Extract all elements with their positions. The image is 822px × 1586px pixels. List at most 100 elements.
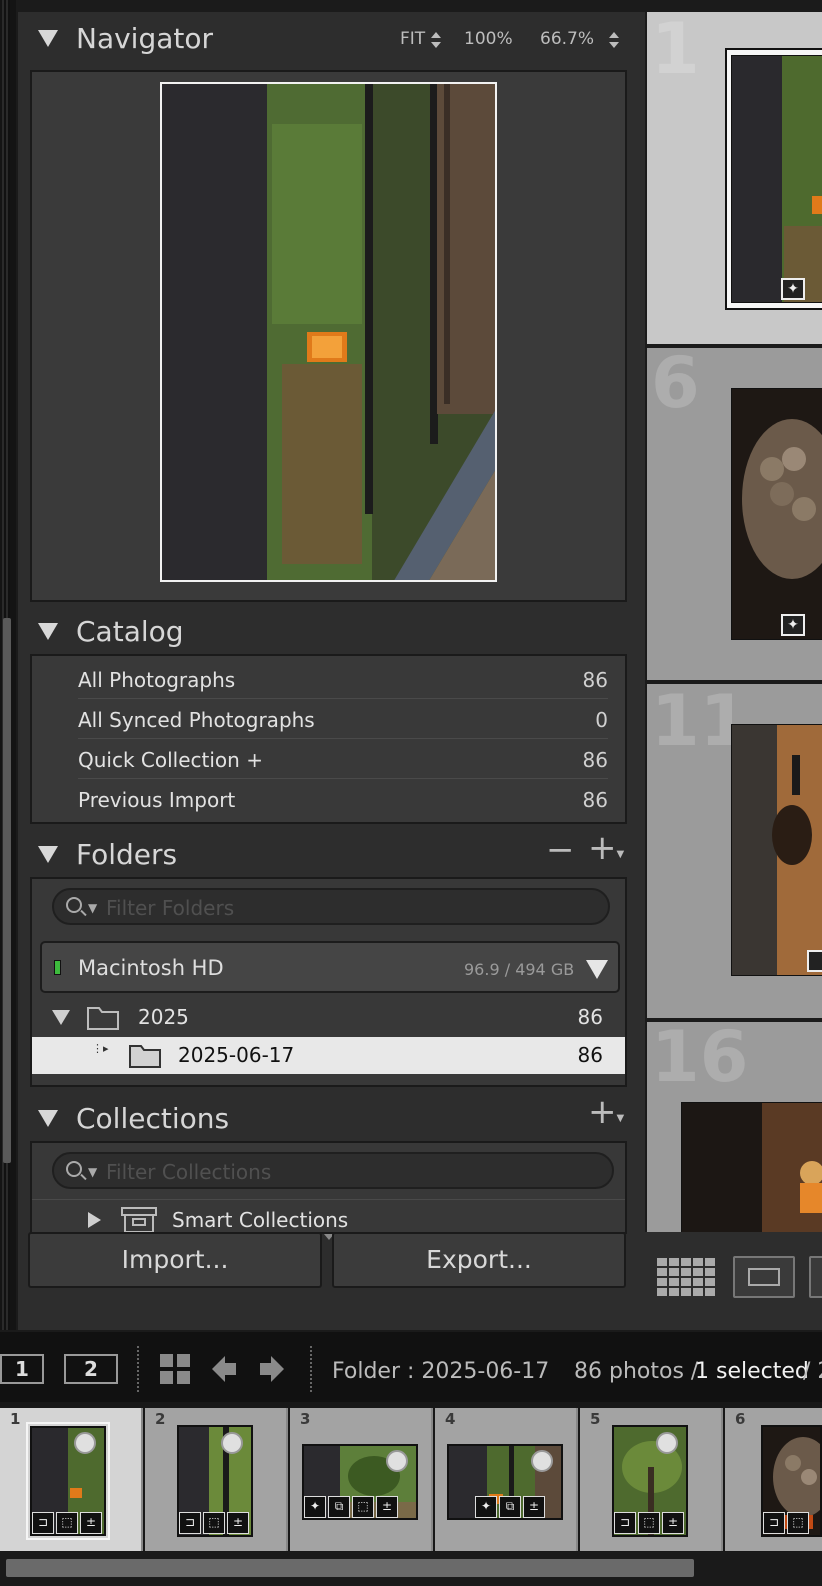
grid-toolbar (645, 1232, 822, 1330)
left-panel-scrollbar[interactable] (3, 618, 11, 1163)
filmstrip-badges: ✦ ⧉ ± (475, 1496, 545, 1518)
grid-cell[interactable]: 16 (647, 1016, 822, 1242)
chevron-down-icon: ▼ (88, 1165, 98, 1179)
navigator-preview-area (30, 70, 627, 602)
photo-count-tail: / 2 (803, 1359, 822, 1384)
develop-adjusted-icon: ✦ (781, 278, 805, 300)
subfolder-dots-icon: ⋮▸ (92, 1042, 109, 1055)
grid-thumbnail[interactable] (731, 388, 822, 640)
add-folder-button[interactable]: +▼ (588, 828, 624, 868)
arrow-left-icon[interactable] (210, 1354, 238, 1384)
navigator-preview-image[interactable] (160, 82, 497, 582)
develop-adjusted-icon: ✦ (304, 1496, 326, 1518)
grid-cell[interactable]: 11 (647, 680, 822, 1018)
unflagged-indicator-icon[interactable] (221, 1432, 243, 1454)
unflagged-indicator-icon[interactable] (386, 1450, 408, 1472)
unflagged-indicator-icon[interactable] (74, 1432, 96, 1454)
collection-badge-icon: ⊐ (763, 1512, 785, 1534)
volume-menu-icon[interactable] (586, 960, 608, 979)
catalog-item-label: Quick Collection + (78, 748, 263, 772)
filter-collections-field[interactable]: ▼ Filter Collections (52, 1152, 614, 1189)
folder-row-2025-06-17[interactable]: ⋮▸ 2025-06-17 86 (32, 1037, 625, 1074)
collection-label: Smart Collections (172, 1208, 349, 1232)
collapse-triangle-icon[interactable] (38, 623, 58, 640)
collections-header[interactable]: Collections +▼ (18, 1092, 645, 1140)
zoom-custom-stepper-icon[interactable] (608, 32, 620, 50)
folders-header[interactable]: Folders − +▼ (18, 828, 645, 876)
filmstrip-cell-number: 5 (590, 1410, 601, 1428)
grid-cell[interactable]: 6 ✦ (647, 342, 822, 680)
grid-view-button[interactable] (655, 1256, 717, 1298)
folders-title: Folders (76, 838, 178, 871)
filmstrip-cell-number: 1 (10, 1410, 21, 1428)
filter-collections-placeholder: Filter Collections (106, 1160, 272, 1184)
filmstrip-cell[interactable]: 6 ⊐ ⬚ (725, 1408, 822, 1551)
collapse-triangle-icon[interactable] (38, 30, 58, 47)
collapse-triangle-icon[interactable] (38, 846, 58, 863)
collection-badge-icon: ⊐ (179, 1512, 201, 1534)
zoom-custom[interactable]: 66.7% (540, 29, 594, 49)
grid-thumbnail[interactable] (731, 724, 822, 976)
grid-thumbnail[interactable] (731, 55, 822, 303)
virtual-copy-icon: ⧉ (328, 1496, 350, 1518)
catalog-item-previous-import[interactable]: Previous Import 86 (78, 780, 608, 819)
filmstrip-cell[interactable]: 2 ⊐ ⬚ ± (145, 1408, 288, 1551)
volume-name: Macintosh HD (78, 956, 224, 980)
grid-thumbnail[interactable] (681, 1102, 822, 1242)
left-panel: Navigator FIT 100% 66.7% Catalog All Pho… (18, 12, 645, 1330)
catalog-item-all-photographs[interactable]: All Photographs 86 (78, 660, 608, 699)
chevron-down-icon: ▼ (616, 1113, 625, 1124)
loupe-view-button[interactable] (733, 1256, 795, 1298)
collection-item-smart-collections[interactable]: Smart Collections (32, 1199, 625, 1232)
collections-panel: ▼ Filter Collections Smart Collections (30, 1141, 627, 1234)
filmstrip-cell[interactable]: 1 ⊐ ⬚ ± (0, 1408, 143, 1551)
library-grid: 1 ✦ 6 ✦ 11 16 (645, 8, 822, 1242)
main-window-button[interactable]: 1 (0, 1354, 44, 1384)
filmstrip-scrollbar[interactable] (0, 1553, 822, 1586)
add-collection-button[interactable]: +▼ (588, 1092, 624, 1132)
catalog-item-all-synced-photographs[interactable]: All Synced Photographs 0 (78, 700, 608, 739)
navigator-header[interactable]: Navigator FIT 100% 66.7% (18, 12, 645, 60)
develop-badge-icon: ± (376, 1496, 398, 1518)
secondary-window-button[interactable]: 2 (64, 1354, 118, 1384)
folder-count: 86 (577, 1005, 603, 1029)
import-button[interactable]: Import... (28, 1232, 322, 1288)
export-button[interactable]: Export... (332, 1232, 626, 1288)
folder-row-2025[interactable]: 2025 86 (32, 997, 625, 1037)
zoom-fit[interactable]: FIT (400, 29, 425, 49)
filter-folders-field[interactable]: ▼ Filter Folders (52, 888, 610, 925)
zoom-fit-stepper-icon[interactable] (430, 32, 442, 50)
catalog-item-count: 86 (582, 788, 608, 812)
arrow-right-icon[interactable] (258, 1354, 286, 1384)
folders-panel: ▼ Filter Folders Macintosh HD 96.9 / 494… (30, 877, 627, 1087)
collapse-triangle-icon[interactable] (38, 1110, 58, 1127)
filmstrip-header: 1 2 Folder : 2025-06-17 86 photos / 1 se… (0, 1332, 822, 1402)
smart-collection-set-icon (121, 1207, 157, 1232)
filmstrip-cell[interactable]: 3 ✦ ⧉ ⬚ ± (290, 1408, 433, 1551)
source-label[interactable]: Folder : 2025-06-17 (332, 1359, 549, 1384)
selected-count: 1 selected (695, 1359, 809, 1384)
catalog-item-quick-collection[interactable]: Quick Collection + 86 (78, 740, 608, 779)
volume-macintosh-hd[interactable]: Macintosh HD 96.9 / 494 GB (40, 941, 620, 993)
filmstrip-scroll-thumb[interactable] (6, 1559, 694, 1577)
filmstrip-cell[interactable]: 5 ⊐ ⬚ ± (580, 1408, 723, 1551)
expand-triangle-icon[interactable] (88, 1212, 101, 1228)
filmstrip-badges: ⊐ ⬚ ± (614, 1512, 684, 1534)
filmstrip-badges: ⊐ ⬚ ± (179, 1512, 249, 1534)
zoom-100[interactable]: 100% (464, 29, 513, 49)
plus-icon: + (588, 1092, 617, 1132)
grid-cell-number: 1 (651, 8, 700, 90)
catalog-header[interactable]: Catalog (18, 605, 645, 653)
filter-folders-placeholder: Filter Folders (106, 896, 235, 920)
folder-icon (87, 1007, 119, 1030)
unflagged-indicator-icon[interactable] (531, 1450, 553, 1472)
filmstrip-cell[interactable]: 4 ✦ ⧉ ± (435, 1408, 578, 1551)
catalog-item-count: 0 (595, 708, 608, 732)
grid-cell[interactable]: 1 ✦ (647, 8, 822, 344)
unflagged-indicator-icon[interactable] (656, 1432, 678, 1454)
remove-folder-button[interactable]: − (546, 830, 575, 870)
grid-icon[interactable] (158, 1352, 192, 1386)
filmstrip-cell-number: 4 (445, 1410, 456, 1428)
folder-expand-icon[interactable] (52, 1010, 70, 1025)
compare-view-button[interactable] (809, 1256, 822, 1298)
